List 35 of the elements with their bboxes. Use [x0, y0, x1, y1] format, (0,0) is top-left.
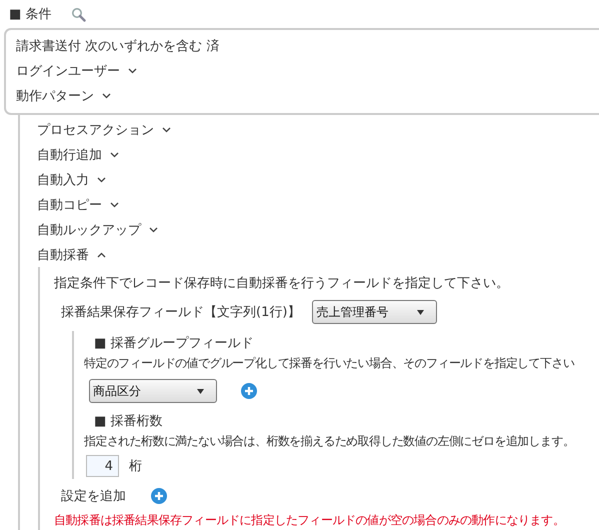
chevron-down-icon	[149, 226, 158, 232]
chevron-down-icon	[110, 152, 119, 158]
search-icon[interactable]	[71, 6, 86, 22]
section-heading: ■ 採番桁数	[94, 413, 162, 430]
chevron-down-icon	[102, 92, 111, 98]
description-text: 特定のフィールドの値でグループ化して採番を行いたい場合、そのフィールドを指定して下さい	[84, 354, 574, 372]
condition-toggle[interactable]: 動作パターン	[16, 86, 111, 104]
action-toggle[interactable]: 自動コピー	[37, 196, 119, 214]
chevron-down-icon	[97, 176, 106, 182]
warning-text: 自動採番は採番結果保存フィールドに指定したフィールドの値が空の場合のみの動作になります。	[54, 512, 564, 528]
chevron-down-icon	[128, 68, 137, 74]
field-label: 採番結果保存フィールド【文字列(1行)】	[61, 304, 300, 321]
add-icon[interactable]	[241, 383, 257, 399]
triangle-down-icon	[417, 310, 424, 314]
action-toggle[interactable]: 自動行追加	[37, 146, 119, 164]
action-toggle[interactable]: 自動ルックアップ	[37, 220, 158, 238]
action-toggle[interactable]: 自動入力	[37, 170, 106, 188]
description-text: 指定された桁数に満たない場合は、桁数を揃えるため取得した数値の左側にゼロを追加します。	[84, 432, 574, 450]
triangle-down-icon	[197, 388, 204, 394]
chevron-up-icon	[97, 252, 106, 258]
add-icon[interactable]	[151, 488, 167, 504]
digits-input[interactable]: 4	[86, 455, 119, 477]
action-toggle[interactable]: プロセスアクション	[37, 120, 171, 138]
chevron-down-icon	[162, 126, 171, 132]
add-setting-label: 設定を追加	[61, 488, 126, 505]
unit-label: 桁	[129, 458, 142, 475]
chevron-down-icon	[110, 202, 119, 208]
section-heading: ■ 採番グループフィールド	[94, 335, 254, 352]
section-title: ■ 条件	[9, 6, 52, 23]
condition-text: 請求書送付 次のいずれかを含む 済	[16, 38, 220, 54]
dropdown[interactable]: 商品区分	[89, 379, 217, 403]
dropdown[interactable]: 売上管理番号	[312, 300, 438, 324]
description-text: 指定条件下でレコード保存時に自動採番を行うフィールドを指定して下さい。	[54, 275, 509, 292]
condition-toggle[interactable]: ログインユーザー	[16, 62, 137, 80]
action-toggle[interactable]: 自動採番	[37, 246, 106, 264]
